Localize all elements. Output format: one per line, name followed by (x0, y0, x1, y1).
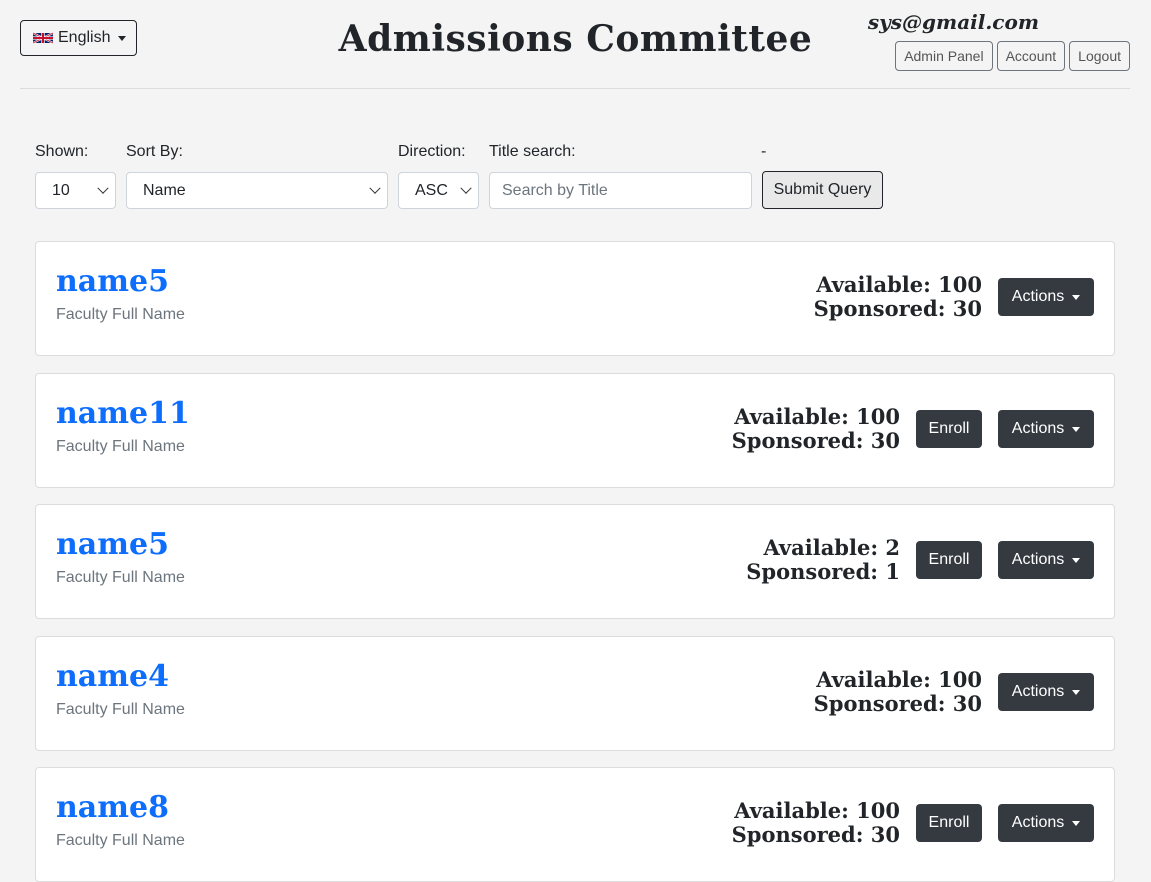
sort-by-select[interactable]: Name (126, 172, 388, 209)
available-count: Available: 2 (763, 535, 900, 560)
actions-dropdown-button[interactable]: Actions (998, 673, 1094, 711)
account-button[interactable]: Account (996, 41, 1066, 71)
available-count: Available: 100 (816, 667, 982, 692)
shown-label: Shown: (35, 143, 89, 160)
chevron-down-icon (1072, 557, 1081, 563)
title-search-label: Title search: (489, 143, 576, 160)
title-search-placeholder: Search by Title (502, 181, 608, 199)
header-divider (20, 88, 1130, 89)
sponsored-count: Sponsored: 30 (813, 691, 982, 716)
actions-dropdown-button[interactable]: Actions (998, 410, 1094, 448)
direction-select[interactable]: ASC (398, 172, 479, 209)
faculty-full-name: Faculty Full Name (56, 569, 185, 586)
seat-stats: Available: 2 Sponsored: 1 (746, 536, 900, 584)
faculty-name-link[interactable]: name11 (56, 396, 190, 431)
sponsored-count: Sponsored: 30 (813, 296, 982, 321)
chevron-down-icon (369, 182, 381, 194)
chevron-down-icon (97, 182, 109, 194)
chevron-down-icon (460, 182, 472, 194)
seat-stats: Available: 100 Sponsored: 30 (732, 799, 900, 847)
faculty-card: name11 Faculty Full Name Available: 100 Spo… (35, 373, 1115, 488)
dash-label: - (761, 143, 767, 160)
faculty-full-name: Faculty Full Name (56, 306, 185, 323)
seat-stats: Available: 100 Sponsored: 30 (814, 668, 982, 716)
seat-stats: Available: 100 Sponsored: 30 (814, 273, 982, 321)
user-menu: Admin Panel Account Logout (895, 41, 1130, 71)
chevron-down-icon (1072, 294, 1081, 300)
faculty-name-link[interactable]: name5 (56, 264, 169, 299)
faculty-name-link[interactable]: name8 (56, 790, 169, 825)
sort-label: Sort By: (126, 143, 183, 160)
faculty-card: name8 Faculty Full Name Available: 100 Spon… (35, 767, 1115, 882)
logout-button[interactable]: Logout (1069, 41, 1130, 71)
chevron-down-icon (1072, 689, 1081, 695)
enroll-button[interactable]: Enroll (916, 804, 982, 842)
faculty-name-link[interactable]: name5 (56, 527, 169, 562)
available-count: Available: 100 (816, 272, 982, 297)
sponsored-count: Sponsored: 1 (746, 559, 900, 584)
actions-label: Actions (1011, 683, 1065, 700)
direction-label: Direction: (398, 143, 466, 160)
faculty-card: name5 Faculty Full Name Available: 100 Spon… (35, 241, 1115, 356)
shown-value: 10 (52, 181, 70, 199)
chevron-down-icon (1072, 820, 1081, 826)
faculty-full-name: Faculty Full Name (56, 438, 185, 455)
sort-value: Name (143, 181, 186, 199)
shown-select[interactable]: 10 (35, 172, 116, 209)
sponsored-count: Sponsored: 30 (731, 822, 900, 847)
actions-dropdown-button[interactable]: Actions (998, 278, 1094, 316)
faculty-name-link[interactable]: name4 (56, 659, 169, 694)
faculty-full-name: Faculty Full Name (56, 701, 185, 718)
available-count: Available: 100 (734, 798, 900, 823)
submit-query-button[interactable]: Submit Query (762, 171, 883, 209)
actions-dropdown-button[interactable]: Actions (998, 541, 1094, 579)
actions-dropdown-button[interactable]: Actions (998, 804, 1094, 842)
enroll-button[interactable]: Enroll (916, 541, 982, 579)
actions-label: Actions (1011, 814, 1065, 831)
seat-stats: Available: 100 Sponsored: 30 (732, 405, 900, 453)
faculty-card: name4 Faculty Full Name Available: 100 Spon… (35, 636, 1115, 751)
admin-panel-button[interactable]: Admin Panel (895, 41, 993, 71)
chevron-down-icon (1072, 426, 1081, 432)
direction-value: ASC (415, 181, 448, 199)
actions-label: Actions (1011, 420, 1065, 437)
available-count: Available: 100 (734, 404, 900, 429)
actions-label: Actions (1011, 551, 1065, 568)
title-search-input[interactable]: Search by Title (489, 172, 752, 209)
faculty-card: name5 Faculty Full Name Available: 2 Sponso… (35, 504, 1115, 619)
faculty-full-name: Faculty Full Name (56, 832, 185, 849)
enroll-button[interactable]: Enroll (916, 410, 982, 448)
sponsored-count: Sponsored: 30 (731, 428, 900, 453)
actions-label: Actions (1011, 288, 1065, 305)
user-email: sys@gmail.com (867, 10, 1039, 34)
